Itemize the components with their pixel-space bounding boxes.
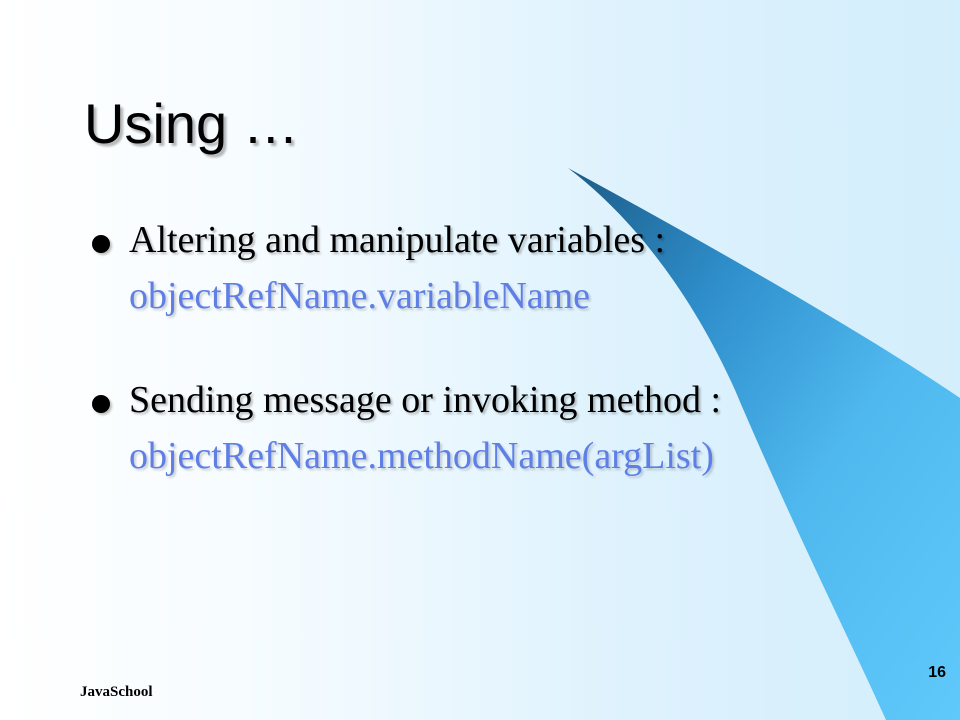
footer-label: JavaSchool bbox=[80, 684, 153, 700]
bullet-code-example: objectRefName.methodName(argList) bbox=[129, 435, 714, 477]
bullet-item: Altering and manipulate variables : obje… bbox=[92, 212, 912, 324]
page-number: 16 bbox=[928, 664, 946, 681]
bullet-text: Sending message or invoking method : bbox=[129, 379, 722, 421]
bullet-dot-icon bbox=[92, 395, 110, 413]
bullet-code-example: objectRefName.variableName bbox=[129, 275, 591, 317]
bullet-item: Sending message or invoking method : obj… bbox=[92, 372, 912, 484]
slide-title: Using … bbox=[84, 92, 299, 155]
slide: Using … Altering and manipulate variable… bbox=[0, 0, 960, 720]
bullet-list: Altering and manipulate variables : obje… bbox=[92, 212, 912, 532]
bullet-dot-icon bbox=[92, 235, 110, 253]
bullet-text: Altering and manipulate variables : bbox=[129, 219, 666, 261]
